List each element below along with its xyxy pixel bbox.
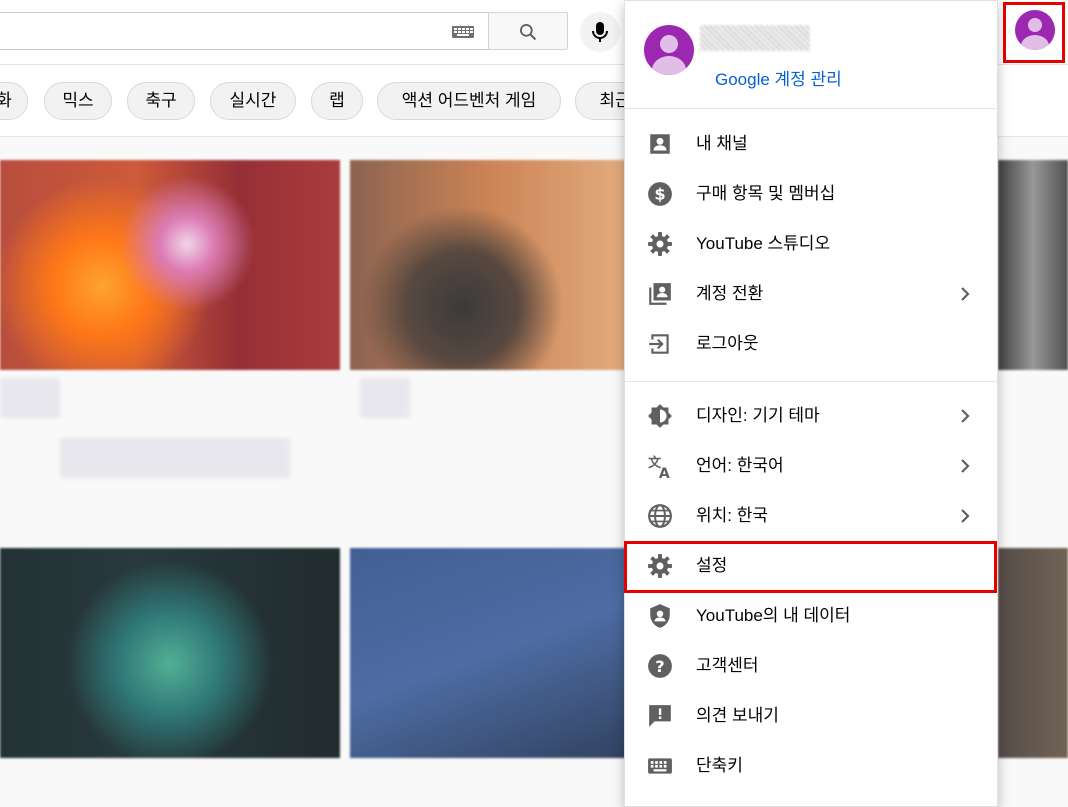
menu-item-label: 디자인: 기기 테마: [696, 406, 820, 425]
menu-item-label: 의견 보내기: [696, 706, 779, 725]
chip[interactable]: 랩: [311, 82, 363, 120]
account-menu: Google 계정 관리 내 채널 $ 구매 항목 및 멤버십 YouTube …: [624, 0, 999, 807]
menu-item-label: 언어: 한국어: [696, 456, 784, 475]
menu-item-your-data[interactable]: YouTube의 내 데이터: [625, 591, 999, 641]
menu-item-studio[interactable]: YouTube 스튜디오: [625, 219, 999, 269]
video-meta: [360, 378, 410, 418]
dollar-icon: $: [648, 182, 672, 206]
chip[interactable]: 실시간: [210, 82, 296, 120]
voice-search-button[interactable]: [580, 12, 620, 52]
chevron-right-icon: [961, 509, 970, 523]
switch-account-icon: [649, 283, 671, 305]
menu-item-language[interactable]: 文 A 언어: 한국어: [625, 441, 999, 491]
menu-divider: [625, 381, 999, 382]
video-thumbnail[interactable]: [998, 160, 1068, 370]
menu-item-feedback[interactable]: 의견 보내기: [625, 691, 999, 741]
svg-text:A: A: [659, 466, 670, 479]
shield-user-icon: [650, 604, 670, 628]
menu-item-label: 위치: 한국: [696, 506, 769, 525]
search-input[interactable]: [0, 12, 488, 50]
microphone-icon: [592, 22, 608, 42]
video-thumbnail[interactable]: [0, 548, 340, 758]
chevron-right-icon: [961, 409, 970, 423]
avatar-highlight-box: [1003, 2, 1065, 63]
account-name-redacted: [700, 25, 810, 51]
menu-item-label: 계정 전환: [696, 284, 764, 303]
video-thumbnail[interactable]: [0, 160, 340, 370]
menu-item-my-channel[interactable]: 내 채널: [625, 119, 999, 169]
menu-item-label: YouTube의 내 데이터: [696, 606, 851, 625]
menu-item-switch-account[interactable]: 계정 전환: [625, 269, 999, 319]
video-meta: [60, 438, 290, 478]
menu-item-purchases[interactable]: $ 구매 항목 및 멤버십: [625, 169, 999, 219]
menu-item-label: 내 채널: [696, 134, 748, 153]
menu-item-label: YouTube 스튜디오: [696, 234, 831, 253]
logout-icon: [649, 334, 669, 354]
chip[interactable]: 화: [0, 82, 28, 120]
menu-item-location[interactable]: 위치: 한국: [625, 491, 999, 541]
menu-item-label: 구매 항목 및 멤버십: [696, 184, 836, 203]
chevron-right-icon: [961, 287, 970, 301]
globe-icon: [648, 504, 672, 528]
account-box-icon: [650, 134, 670, 154]
help-icon: ?: [648, 654, 672, 678]
menu-item-help[interactable]: ? 고객센터: [625, 641, 999, 691]
manage-google-account-link[interactable]: Google 계정 관리: [715, 65, 842, 90]
gear-icon: [648, 232, 672, 256]
keyboard-icon[interactable]: [452, 26, 474, 38]
video-thumbnail[interactable]: [350, 548, 630, 758]
account-menu-header: Google 계정 관리: [625, 1, 999, 109]
menu-item-label: 단축키: [696, 756, 743, 775]
chip[interactable]: 축구: [127, 82, 195, 120]
keyboard-icon: [648, 758, 672, 774]
menu-item-appearance[interactable]: 디자인: 기기 테마: [625, 391, 999, 441]
chip[interactable]: 액션 어드벤처 게임: [377, 82, 561, 120]
feedback-icon: [649, 705, 671, 727]
menu-item-shortcuts[interactable]: 단축키: [625, 741, 999, 791]
menu-item-label: 고객센터: [696, 656, 759, 675]
chevron-right-icon: [961, 459, 970, 473]
settings-highlight-box: [624, 541, 997, 593]
theme-icon: [648, 404, 672, 428]
menu-item-logout[interactable]: 로그아웃: [625, 319, 999, 369]
video-thumbnail[interactable]: [998, 548, 1068, 758]
search-icon: [520, 24, 537, 41]
search-button[interactable]: [488, 12, 568, 50]
video-thumbnail[interactable]: [350, 160, 630, 370]
svg-text:?: ?: [655, 657, 664, 676]
video-meta: [0, 378, 60, 418]
menu-item-label: 로그아웃: [696, 334, 759, 353]
translate-icon: 文 A: [648, 455, 670, 479]
svg-text:$: $: [654, 184, 665, 203]
chip[interactable]: 믹스: [44, 82, 112, 120]
account-avatar: [644, 25, 694, 75]
